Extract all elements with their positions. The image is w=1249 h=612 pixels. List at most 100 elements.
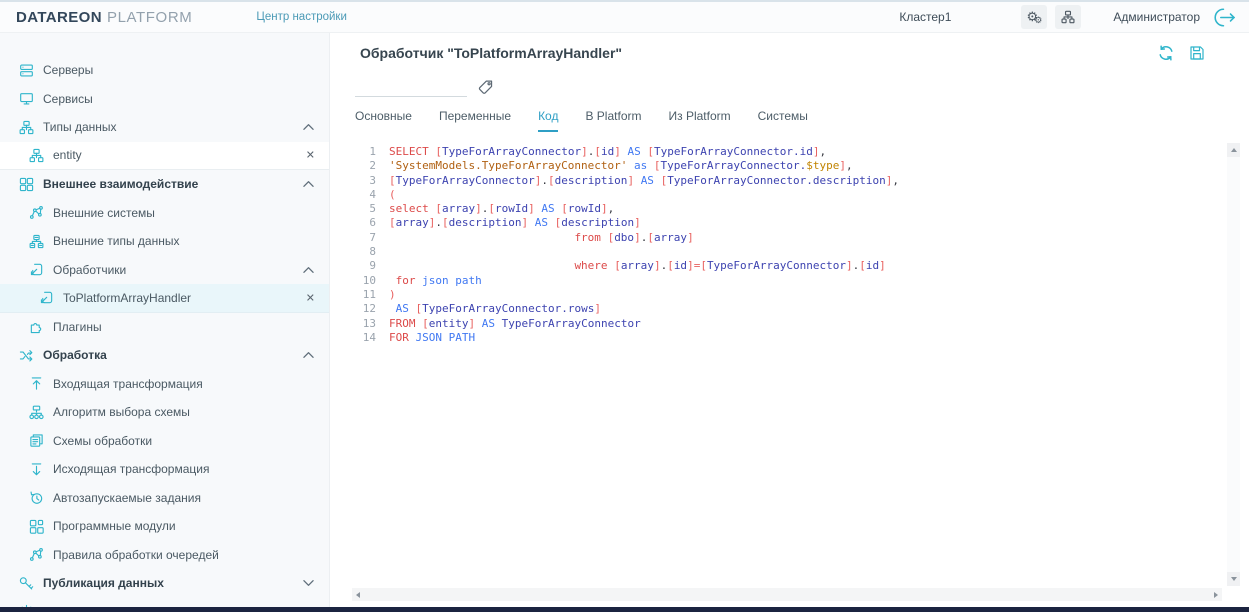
sitemap2-icon [29, 234, 44, 249]
shuffle-icon [19, 348, 34, 363]
sidebar-item-processing[interactable]: Обработка [0, 341, 329, 370]
sidebar-item-toplatformarrayhandler[interactable]: ToPlatformArrayHandler ✕ [0, 284, 329, 313]
sidebar-item-incoming-transformation[interactable]: Входящая трансформация [0, 370, 329, 399]
header-actions [1158, 45, 1249, 61]
logout-icon[interactable] [1212, 8, 1237, 27]
code-text: FOR JSON PATH [389, 331, 475, 345]
sidebar-item-label: Публикация данных [43, 576, 164, 590]
code-line: 7 from [dbo].[array] [346, 231, 1249, 245]
code-line: 9 where [array].[id]=[TypeForArrayConnec… [346, 259, 1249, 273]
scroll-right-button[interactable] [1214, 592, 1218, 598]
code-text: ) [389, 288, 396, 302]
logo-brand: DATAREON [16, 9, 102, 26]
sidebar-item-handlers[interactable]: Обработчики [0, 256, 329, 285]
triangle-up-icon [1231, 148, 1237, 152]
service-settings-button[interactable]: ⚙⚙ [1021, 5, 1047, 29]
sidebar-item-label: Серверы [43, 63, 93, 77]
sidebar-item-external-systems[interactable]: Внешние системы [0, 199, 329, 228]
code-text: select [array].[rowId] AS [rowId], [389, 202, 614, 216]
sidebar-item-data-publication[interactable]: Публикация данных [0, 569, 329, 598]
scroll-up-button[interactable] [1227, 143, 1240, 157]
code-text: SELECT [TypeForArrayConnector].[id] AS [… [389, 145, 826, 159]
close-icon[interactable]: ✕ [306, 149, 315, 162]
save-icon[interactable] [1189, 45, 1205, 61]
code-text: AS [TypeForArrayConnector.rows] [389, 302, 601, 316]
horizontal-scrollbar[interactable] [352, 588, 1222, 601]
app-window: DATAREON PLATFORM Центр настройки Класте… [0, 0, 1249, 612]
code-text: from [dbo].[array] [389, 231, 694, 245]
vertical-scrollbar[interactable] [1227, 143, 1240, 586]
line-number: 2 [346, 159, 376, 173]
line-number: 4 [346, 188, 376, 202]
line-number: 9 [346, 259, 376, 273]
sidebar: Серверы СервисыТипы данныхentity✕Внешнее … [0, 33, 330, 612]
tab-from-platform[interactable]: Из Platform [668, 109, 730, 132]
modules-icon [29, 519, 44, 534]
line-number: 6 [346, 216, 376, 230]
sidebar-item-label: Алгоритм выбора схемы [53, 405, 190, 419]
refresh-icon[interactable] [1158, 45, 1174, 61]
line-number: 7 [346, 231, 376, 245]
tags-input[interactable] [355, 77, 467, 97]
code-line: 8 [346, 245, 1249, 259]
cluster-name[interactable]: Кластер1 [899, 10, 951, 24]
sidebar-item-label: ToPlatformArrayHandler [63, 291, 191, 305]
code-line: 3[TypeForArrayConnector].[description] A… [346, 174, 1249, 188]
sidebar-item-label: Входящая трансформация [53, 377, 203, 391]
code-line: 12 AS [TypeForArrayConnector.rows] [346, 302, 1249, 316]
sidebar-item-schema-selection-algorithm[interactable]: Алгоритм выбора схемы [0, 398, 329, 427]
scroll-left-button[interactable] [356, 592, 360, 598]
sidebar-item-entity[interactable]: entity✕ [0, 142, 329, 171]
monitor-icon [19, 91, 34, 106]
sidebar-item-processing-schemas[interactable]: Схемы обработки [0, 427, 329, 456]
code-area: 1 SELECT [TypeForArrayConnector].[id] AS … [346, 138, 1249, 345]
tab-to-platform[interactable]: В Platform [585, 109, 641, 132]
close-icon[interactable]: ✕ [306, 291, 315, 304]
chevron-up-icon[interactable] [303, 352, 314, 359]
code-text: where [array].[id]=[TypeForArrayConnecto… [389, 259, 886, 273]
topology-button[interactable] [1055, 5, 1081, 29]
triangle-down-icon [1231, 577, 1237, 581]
sidebar-item-program-modules[interactable]: Программные модули [0, 512, 329, 541]
sidebar-item-label: Правила обработки очередей [53, 548, 219, 562]
sidebar-item-label: Программные модули [53, 519, 176, 533]
sitemap-icon [19, 120, 34, 135]
code-line: 4( [346, 188, 1249, 202]
grid-icon [19, 177, 34, 192]
tab-main[interactable]: Основные [355, 109, 412, 132]
sidebar-item-queue-processing-rules[interactable]: Правила обработки очередей [0, 541, 329, 570]
sidebar-item-auto-run-tasks[interactable]: Автозапускаемые задания [0, 484, 329, 513]
chevron-up-icon[interactable] [303, 266, 314, 273]
top-bar: DATAREON PLATFORM Центр настройки Класте… [0, 0, 1249, 33]
scroll-down-button[interactable] [1227, 572, 1240, 586]
puzzle-icon [29, 319, 44, 334]
code-editor[interactable]: 1 SELECT [TypeForArrayConnector].[id] AS … [346, 138, 1249, 612]
sidebar-item-data-types[interactable]: Типы данных [0, 113, 329, 142]
chevron-up-icon[interactable] [303, 124, 314, 131]
sidebar-item-label: Исходящая трансформация [53, 462, 209, 476]
sidebar-item-external-interaction[interactable]: Внешнее взаимодействие [0, 170, 329, 199]
sidebar-item-label: Обработчики [53, 263, 126, 277]
sidebar-item-services[interactable]: Сервисы [0, 85, 329, 114]
line-number: 1 [346, 145, 376, 159]
tab-code[interactable]: Код [538, 109, 558, 132]
box-arrow-icon [39, 290, 54, 305]
sidebar-item-external-data-types[interactable]: Внешние типы данных [0, 227, 329, 256]
line-number: 3 [346, 174, 376, 188]
sidebar-item-plugins[interactable]: Плагины [0, 313, 329, 342]
server-icon [19, 63, 34, 78]
timer-icon [29, 490, 44, 505]
tag-icon[interactable] [477, 79, 494, 96]
body-row: Серверы СервисыТипы данныхentity✕Внешнее … [0, 33, 1249, 612]
sidebar-item-outgoing-transformation[interactable]: Исходящая трансформация [0, 455, 329, 484]
user-name[interactable]: Администратор [1113, 10, 1200, 24]
sidebar-item-label: Схемы обработки [53, 434, 152, 448]
settings-center-link[interactable]: Центр настройки [256, 11, 347, 23]
tab-variables[interactable]: Переменные [439, 109, 511, 132]
sidebar-item-label: Автозапускаемые задания [53, 491, 201, 505]
chevron-up-icon[interactable] [303, 181, 314, 188]
chevron-down-icon[interactable] [303, 580, 314, 587]
sidebar-item-servers[interactable]: Серверы [0, 56, 329, 85]
tab-systems[interactable]: Системы [758, 109, 808, 132]
code-text: [array].[description] AS [description] [389, 216, 641, 230]
